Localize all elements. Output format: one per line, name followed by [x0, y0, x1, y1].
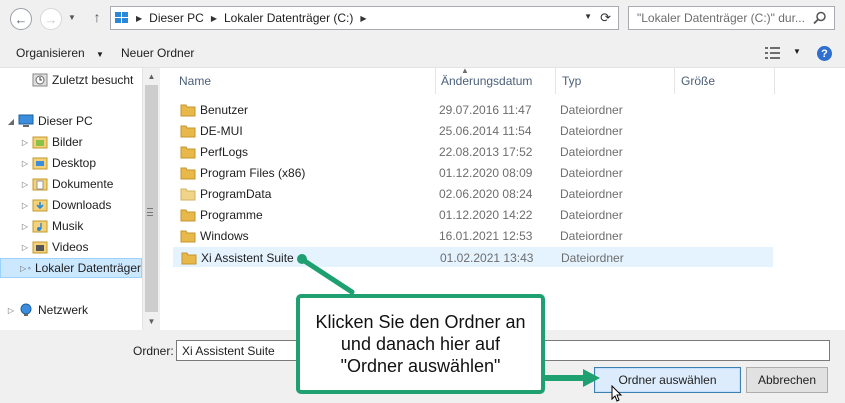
- mouse-cursor-icon: [611, 385, 623, 402]
- arrow-head-icon: [583, 369, 600, 387]
- callout-text: Klicken Sie den Ordner an und danach hie…: [315, 312, 526, 376]
- arrow-dot: [297, 254, 307, 264]
- arrow-to-folder: [297, 255, 355, 295]
- instruction-callout: Klicken Sie den Ordner an und danach hie…: [296, 294, 545, 394]
